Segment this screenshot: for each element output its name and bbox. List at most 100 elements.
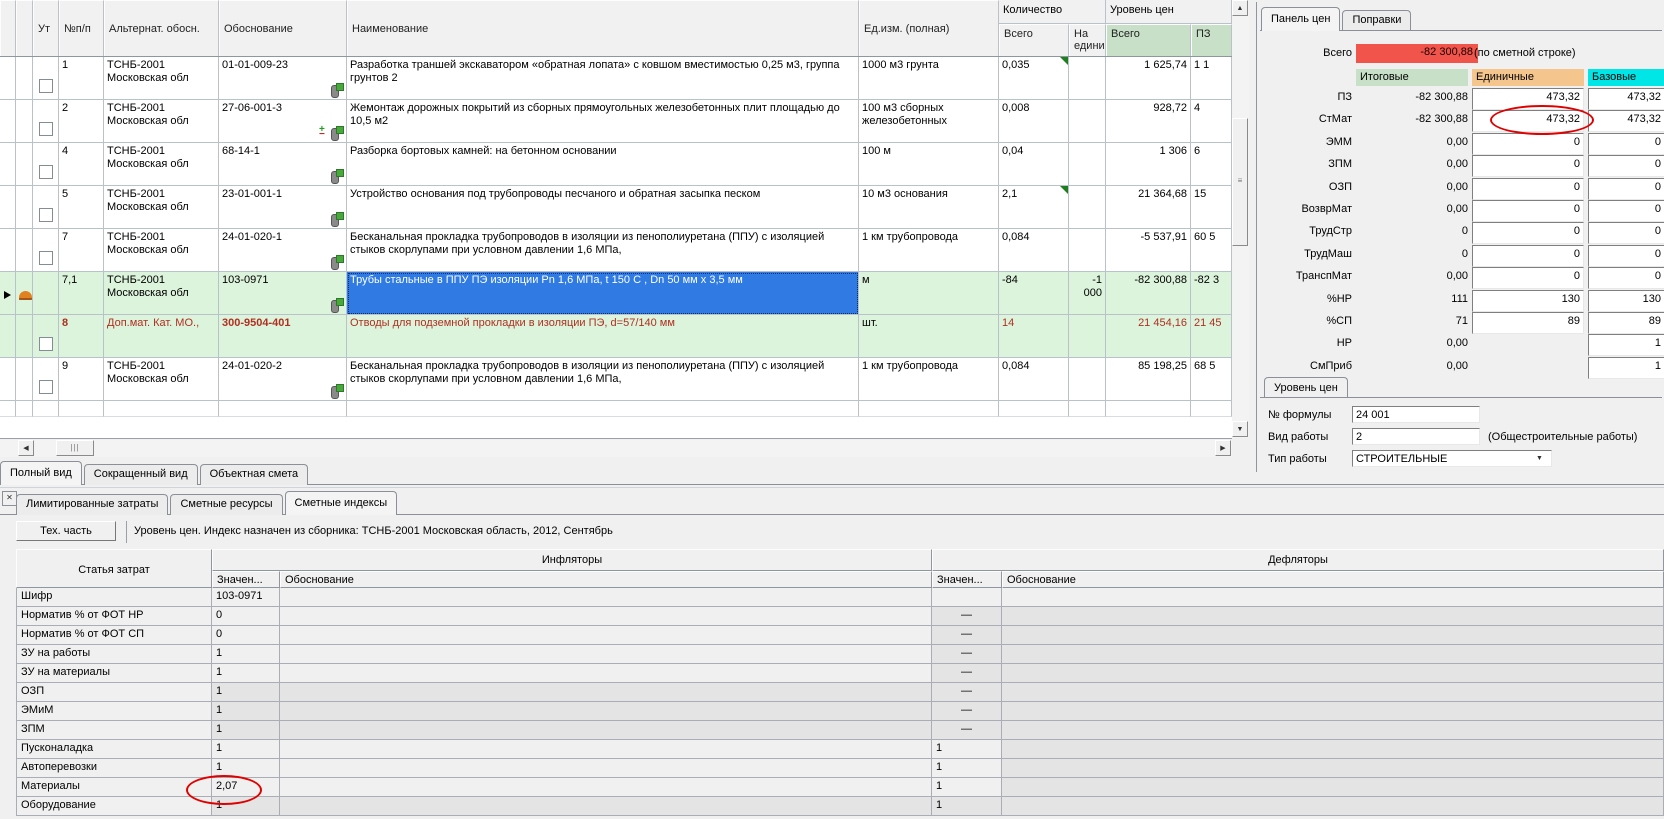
price-row-base[interactable]: 0 xyxy=(1588,133,1664,155)
qty-per-unit-cell[interactable] xyxy=(1069,57,1106,100)
row-number-cell[interactable]: 4 xyxy=(59,143,104,186)
deflator-value-cell[interactable]: 1 xyxy=(932,797,1002,816)
deflator-basis-cell[interactable] xyxy=(1002,626,1664,645)
deflator-basis-cell[interactable] xyxy=(1002,683,1664,702)
header-unit[interactable]: Ед.изм. (полная) xyxy=(859,0,999,56)
alt-basis-cell[interactable]: ТСНБ-2001 Московская обл xyxy=(104,143,219,186)
inflator-value-cell[interactable]: 0 xyxy=(212,607,280,626)
inflator-basis-cell[interactable] xyxy=(280,588,932,607)
table-row[interactable]: 5ТСНБ-2001 Московская обл23-01-001-1Устр… xyxy=(0,186,1232,229)
deflator-basis-cell[interactable] xyxy=(1002,607,1664,626)
approve-cell[interactable] xyxy=(33,57,59,100)
price-row-unit[interactable]: 0 xyxy=(1472,155,1584,177)
inflator-value-cell[interactable]: 1 xyxy=(212,664,280,683)
price-row-base[interactable]: 1 xyxy=(1588,357,1664,379)
approve-cell[interactable] xyxy=(33,186,59,229)
inflator-basis-cell[interactable] xyxy=(280,645,932,664)
unit-cell[interactable]: м xyxy=(859,272,999,315)
scroll-left-icon[interactable]: ◀ xyxy=(18,440,34,456)
inflator-value-cell[interactable]: 2,07 xyxy=(212,778,280,797)
workkind-select[interactable]: СТРОИТЕЛЬНЫЕ xyxy=(1352,450,1552,467)
price-pz-cell[interactable]: 4 xyxy=(1191,100,1232,143)
deflator-basis-cell[interactable] xyxy=(1002,797,1664,816)
header-qty-per-unit[interactable]: На едини xyxy=(1069,24,1106,56)
inflator-value-cell[interactable]: 103-0971 xyxy=(212,588,280,607)
inflator-basis-cell[interactable] xyxy=(280,683,932,702)
qty-per-unit-cell[interactable] xyxy=(1069,358,1106,401)
name-cell[interactable]: Жемонтаж дорожных покрытий из сборных пр… xyxy=(347,100,859,143)
tech-part-button[interactable]: Тех. часть xyxy=(16,521,116,541)
header-ut[interactable]: Ут xyxy=(33,0,59,56)
alt-basis-cell[interactable]: ТСНБ-2001 Московская обл xyxy=(104,272,219,315)
deflator-value-cell[interactable]: — xyxy=(932,702,1002,721)
inflator-value-cell[interactable]: 0 xyxy=(212,626,280,645)
price-pz-cell[interactable]: 15 xyxy=(1191,186,1232,229)
deflator-value-cell[interactable]: 1 xyxy=(932,778,1002,797)
basis-cell[interactable]: 300-9504-401 xyxy=(219,315,347,358)
inflator-value-cell[interactable]: 1 xyxy=(212,797,280,816)
basis-cell[interactable]: 24-01-020-1 xyxy=(219,229,347,272)
price-total-cell[interactable]: -82 300,88 xyxy=(1106,272,1191,315)
price-pz-cell[interactable]: 6 xyxy=(1191,143,1232,186)
qty-per-unit-cell[interactable] xyxy=(1069,186,1106,229)
table-row[interactable]: 7,1ТСНБ-2001 Московская обл103-0971Трубы… xyxy=(0,272,1232,315)
basis-cell[interactable]: 103-0971 xyxy=(219,272,347,315)
alt-basis-cell[interactable]: ТСНБ-2001 Московская обл xyxy=(104,100,219,143)
qty-total-cell[interactable]: 0,084 xyxy=(999,358,1069,401)
header-obosn[interactable]: Обоснование xyxy=(219,0,347,56)
inflator-basis-cell[interactable] xyxy=(280,797,932,816)
price-row-unit[interactable]: 0 xyxy=(1472,245,1584,267)
price-row-unit[interactable]: 473,32 xyxy=(1472,110,1584,132)
header-qty-total[interactable]: Всего xyxy=(999,24,1069,56)
table-row[interactable]: 4ТСНБ-2001 Московская обл68-14-1Разборка… xyxy=(0,143,1232,186)
price-row-base[interactable]: 1 xyxy=(1588,334,1664,356)
hscroll-thumb[interactable]: ||| xyxy=(56,440,94,456)
table-row[interactable]: 2ТСНБ-2001 Московская обл27-06-001-3+−Же… xyxy=(0,100,1232,143)
price-row-base[interactable]: 130 xyxy=(1588,290,1664,312)
price-row-unit[interactable]: 0 xyxy=(1472,267,1584,289)
tab-corrections[interactable]: Поправки xyxy=(1342,10,1411,31)
index-table-row[interactable]: Материалы2,071 xyxy=(16,778,1664,797)
approve-cell[interactable] xyxy=(33,143,59,186)
name-cell[interactable]: Разработка траншей экскаватором «обратна… xyxy=(347,57,859,100)
index-table-row[interactable]: Пусконаладка11 xyxy=(16,740,1664,759)
index-table-row[interactable]: ЗПМ1— xyxy=(16,721,1664,740)
index-table-row[interactable]: ОЗП1— xyxy=(16,683,1664,702)
approve-checkbox[interactable] xyxy=(39,208,53,222)
name-cell[interactable]: Трубы стальные в ППУ ПЭ изоляции Pn 1,6 … xyxy=(347,272,859,315)
table-row[interactable]: 7ТСНБ-2001 Московская обл24-01-020-1Беск… xyxy=(0,229,1232,272)
price-row-base[interactable]: 0 xyxy=(1588,267,1664,289)
approve-checkbox[interactable] xyxy=(39,165,53,179)
tab-full-view[interactable]: Полный вид xyxy=(0,461,82,485)
deflator-value-cell[interactable]: — xyxy=(932,721,1002,740)
price-row-base[interactable]: 0 xyxy=(1588,245,1664,267)
price-row-unit[interactable]: 0 xyxy=(1472,222,1584,244)
qty-total-cell[interactable]: 0,084 xyxy=(999,229,1069,272)
row-number-cell[interactable]: 2 xyxy=(59,100,104,143)
price-total-cell[interactable]: 1 625,74 xyxy=(1106,57,1191,100)
header-price-pz[interactable]: ПЗ xyxy=(1191,24,1232,56)
col-defl-basis[interactable]: Обоснование xyxy=(1002,571,1664,588)
col-infl-basis[interactable]: Обоснование xyxy=(280,571,932,588)
row-number-cell[interactable]: 9 xyxy=(59,358,104,401)
index-table-row[interactable]: Норматив % от ФОТ НР0— xyxy=(16,607,1664,626)
deflator-basis-cell[interactable] xyxy=(1002,759,1664,778)
approve-cell[interactable] xyxy=(33,272,59,315)
table-row[interactable]: 1ТСНБ-2001 Московская обл01-01-009-23Раз… xyxy=(0,57,1232,100)
col-defl-value[interactable]: Значен... xyxy=(932,571,1002,588)
unit-cell[interactable]: 1000 м3 грунта xyxy=(859,57,999,100)
name-cell[interactable]: Бесканальная прокладка трубопроводов в и… xyxy=(347,358,859,401)
grid-vscrollbar[interactable]: ▲ ≡ ▼ xyxy=(1232,0,1249,438)
basis-cell[interactable]: 24-01-020-2 xyxy=(219,358,347,401)
index-table-row[interactable]: ЗУ на работы1— xyxy=(16,645,1664,664)
index-table-row[interactable]: Автоперевозки11 xyxy=(16,759,1664,778)
unit-cell[interactable]: 1 км трубопровода xyxy=(859,358,999,401)
name-cell[interactable]: Отводы для подземной прокладки в изоляци… xyxy=(347,315,859,358)
header-quantity[interactable]: Количество xyxy=(999,0,1106,24)
deflator-basis-cell[interactable] xyxy=(1002,740,1664,759)
table-row[interactable]: 9ТСНБ-2001 Московская обл24-01-020-2Беск… xyxy=(0,358,1232,401)
name-cell[interactable]: Устройство основания под трубопроводы пе… xyxy=(347,186,859,229)
inflator-value-cell[interactable]: 1 xyxy=(212,740,280,759)
unit-cell[interactable]: шт. xyxy=(859,315,999,358)
deflator-value-cell[interactable]: 1 xyxy=(932,759,1002,778)
